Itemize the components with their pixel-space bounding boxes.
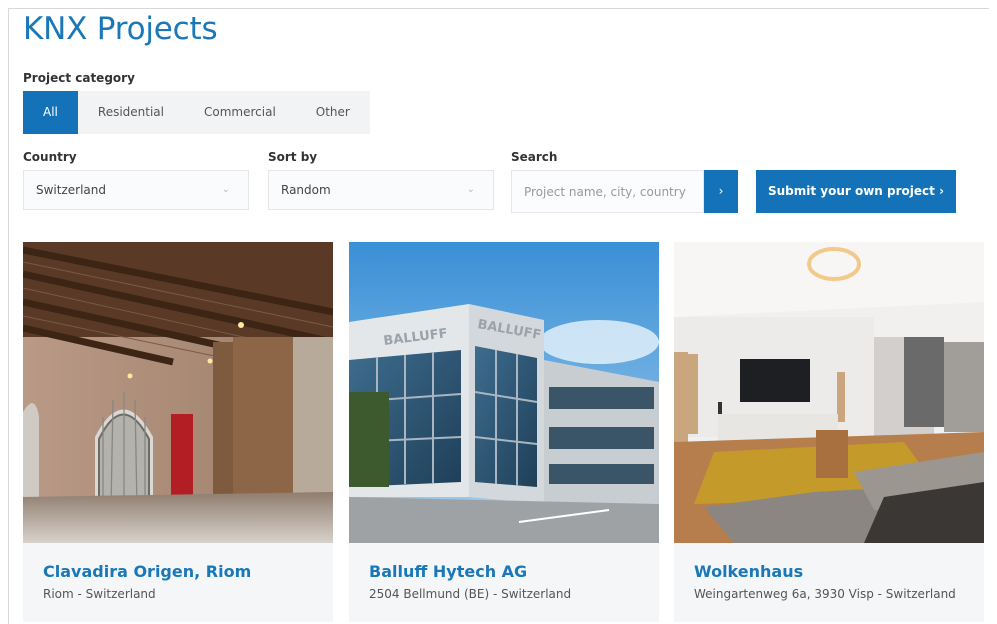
category-commercial-button[interactable]: Commercial [184, 91, 296, 134]
project-card[interactable]: Clavadira Origen, Riom Riom - Switzerlan… [23, 242, 333, 622]
category-label: Project category [23, 71, 135, 85]
sort-label: Sort by [268, 150, 318, 164]
vaulted-room-photo [23, 242, 333, 543]
project-image [23, 242, 333, 543]
project-image [674, 242, 984, 543]
search-input[interactable] [512, 171, 703, 212]
category-other-button[interactable]: Other [296, 91, 370, 134]
project-title[interactable]: Wolkenhaus [694, 562, 803, 581]
country-value: Switzerland [36, 183, 106, 197]
page-title: KNX Projects [23, 11, 218, 47]
search-label: Search [511, 150, 558, 164]
project-location: Weingartenweg 6a, 3930 Visp - Switzerlan… [694, 587, 956, 601]
chevron-down-icon: ⌄ [221, 184, 230, 195]
sort-value: Random [281, 183, 331, 197]
project-card[interactable]: BALLUFF BALLUFF Balluff Hytech AG 2504 B… [349, 242, 659, 622]
living-room-photo [674, 242, 984, 543]
project-image: BALLUFF BALLUFF [349, 242, 659, 543]
submit-project-button[interactable]: Submit your own project › [756, 170, 956, 213]
category-residential-button[interactable]: Residential [78, 91, 184, 134]
country-select[interactable]: Switzerland ⌄ [23, 170, 249, 210]
project-location: 2504 Bellmund (BE) - Switzerland [369, 587, 572, 601]
project-title[interactable]: Balluff Hytech AG [369, 562, 527, 581]
category-all-button[interactable]: All [23, 91, 78, 134]
category-filter: All Residential Commercial Other [23, 91, 370, 134]
country-label: Country [23, 150, 77, 164]
project-location: Riom - Switzerland [43, 587, 156, 601]
chevron-down-icon: ⌄ [466, 184, 475, 195]
search-button[interactable]: › [704, 170, 738, 213]
sort-select[interactable]: Random ⌄ [268, 170, 494, 210]
project-card[interactable]: Wolkenhaus Weingartenweg 6a, 3930 Visp -… [674, 242, 984, 622]
office-building-photo: BALLUFF BALLUFF [349, 242, 659, 543]
project-title[interactable]: Clavadira Origen, Riom [43, 562, 251, 581]
search-box [511, 170, 704, 213]
